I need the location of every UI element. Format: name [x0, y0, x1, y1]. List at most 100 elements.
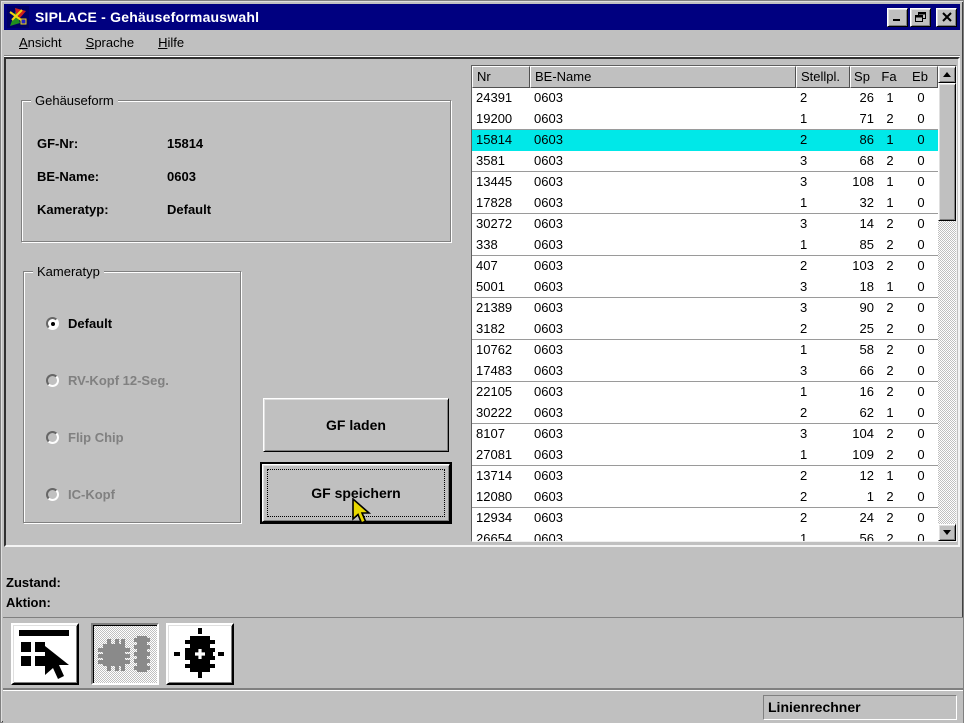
cell-stellpl: 1 — [796, 340, 850, 361]
cell-eb: 0 — [906, 319, 936, 339]
cell-nr: 10762 — [472, 340, 530, 361]
cell-eb: 0 — [906, 529, 936, 541]
table-row[interactable]: 10762060315820 — [472, 340, 938, 361]
cell-sp: 104 — [850, 424, 874, 445]
table-row[interactable]: 21389060339020 — [472, 298, 938, 319]
select-mode-button[interactable] — [11, 623, 79, 685]
app-icon[interactable] — [7, 6, 29, 28]
table-row[interactable]: 30222060326210 — [472, 403, 938, 424]
cell-stellpl: 1 — [796, 445, 850, 465]
cell-eb: 0 — [906, 466, 936, 487]
aktion-label: Aktion: — [6, 595, 51, 610]
cell-sp: 62 — [850, 403, 874, 423]
cell-stellpl: 3 — [796, 424, 850, 445]
cell-nr: 13714 — [472, 466, 530, 487]
field-value: 15814 — [167, 136, 203, 151]
table-row[interactable]: 22105060311620 — [472, 382, 938, 403]
column-header-fa[interactable]: Fa — [873, 67, 905, 87]
gf-table: NrBE-NameStellpl.SpFaEb 2439106032261019… — [471, 65, 957, 542]
cell-stellpl: 3 — [796, 361, 850, 381]
column-header-nr[interactable]: Nr — [472, 66, 530, 88]
app-window: SIPLACE - Gehäuseformauswahl — [0, 0, 964, 723]
table-row[interactable]: 134450603310810 — [472, 172, 938, 193]
cell-stellpl: 1 — [796, 109, 850, 129]
cell-eb: 0 — [906, 235, 936, 255]
table-row[interactable]: 19200060317120 — [472, 109, 938, 130]
scrollbar-thumb[interactable] — [938, 83, 956, 221]
cell-stellpl: 3 — [796, 151, 850, 171]
cell-eb: 0 — [906, 445, 936, 465]
cell-eb: 0 — [906, 193, 936, 213]
minimize-button[interactable] — [887, 8, 908, 27]
cell-nr: 12080 — [472, 487, 530, 507]
menu-item-hilfe[interactable]: Hilfe — [152, 31, 190, 55]
radio-option-default[interactable]: Default — [46, 316, 112, 331]
column-header-eb[interactable]: Eb — [905, 67, 935, 87]
table-row[interactable]: 3182060322520 — [472, 319, 938, 340]
kameratyp-legend: Kameratyp — [33, 264, 104, 279]
table-row[interactable]: 3581060336820 — [472, 151, 938, 172]
table-row[interactable]: 15814060328610 — [472, 130, 938, 151]
cell-be-name: 0603 — [530, 466, 796, 487]
gf-speichern-button[interactable]: GF speichern — [262, 464, 450, 522]
cell-eb: 0 — [906, 277, 936, 297]
restore-icon — [915, 12, 927, 22]
column-header-sp[interactable]: Sp — [851, 67, 873, 87]
table-row[interactable]: 17483060336620 — [472, 361, 938, 382]
cell-fa: 2 — [874, 214, 906, 235]
table-row[interactable]: 270810603110920 — [472, 445, 938, 466]
cell-nr: 22105 — [472, 382, 530, 403]
gehaeuseform-legend: Gehäuseform — [31, 93, 118, 108]
cell-sp: 1 — [850, 487, 874, 507]
table-row[interactable]: 4070603210320 — [472, 256, 938, 277]
component-centering-button[interactable] — [166, 623, 234, 685]
cell-fa: 1 — [874, 130, 906, 151]
radio-button-icon — [46, 317, 59, 330]
app-icon-graphic — [7, 6, 29, 28]
table-row[interactable]: 338060318520 — [472, 235, 938, 256]
cell-eb: 0 — [906, 298, 936, 319]
cell-be-name: 0603 — [530, 193, 796, 213]
scroll-up-button[interactable] — [938, 66, 956, 83]
cell-nr: 19200 — [472, 109, 530, 129]
smd-components-button[interactable] — [91, 623, 159, 685]
table-row[interactable]: 5001060331810 — [472, 277, 938, 298]
cell-nr: 27081 — [472, 445, 530, 465]
menu-item-ansicht[interactable]: Ansicht — [13, 31, 68, 55]
table-row[interactable]: 17828060313210 — [472, 193, 938, 214]
cell-sp: 16 — [850, 382, 874, 403]
menu-item-sprache[interactable]: Sprache — [80, 31, 140, 55]
cell-fa: 1 — [874, 172, 906, 193]
cell-stellpl: 2 — [796, 319, 850, 339]
table-row[interactable]: 1208006032120 — [472, 487, 938, 508]
table-row[interactable]: 30272060331420 — [472, 214, 938, 235]
radio-label: Flip Chip — [68, 430, 124, 445]
column-header-be-name[interactable]: BE-Name — [530, 66, 796, 88]
column-header-group[interactable]: SpFaEb — [850, 66, 938, 88]
field-value: 0603 — [167, 169, 196, 184]
scroll-down-button[interactable] — [938, 524, 956, 541]
column-header-stellpl[interactable]: Stellpl. — [796, 66, 850, 88]
cell-stellpl: 2 — [796, 88, 850, 109]
cell-be-name: 0603 — [530, 487, 796, 507]
cell-eb: 0 — [906, 151, 936, 171]
cell-sp: 108 — [850, 172, 874, 193]
table-row[interactable]: 26654060315620 — [472, 529, 938, 541]
table-row[interactable]: 81070603310420 — [472, 424, 938, 445]
field-label: GF-Nr: — [37, 136, 167, 151]
cell-eb: 0 — [906, 130, 936, 151]
vertical-scrollbar[interactable] — [938, 66, 956, 541]
titlebar: SIPLACE - Gehäuseformauswahl — [4, 4, 960, 30]
cell-fa: 2 — [874, 109, 906, 129]
table-row[interactable]: 24391060322610 — [472, 88, 938, 109]
close-button[interactable] — [936, 8, 957, 27]
cell-be-name: 0603 — [530, 130, 796, 151]
radio-option-flip-chip: Flip Chip — [46, 430, 124, 445]
cell-eb: 0 — [906, 88, 936, 109]
table-row[interactable]: 13714060321210 — [472, 466, 938, 487]
cell-fa: 2 — [874, 298, 906, 319]
table-row[interactable]: 12934060322420 — [472, 508, 938, 529]
restore-button[interactable] — [910, 8, 931, 27]
cell-sp: 103 — [850, 256, 874, 277]
gf-laden-button[interactable]: GF laden — [263, 398, 449, 452]
